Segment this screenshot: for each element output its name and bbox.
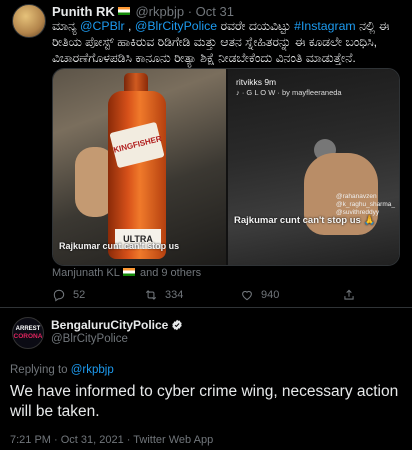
india-flag-icon [117, 7, 130, 15]
media-image-right[interactable]: ritvikks 9m ♪ · G L O W · by mayfleerane… [228, 69, 399, 265]
hashtag-instagram[interactable]: #Instagram [294, 19, 356, 33]
replying-to: Replying to @rkpbjp [10, 364, 114, 376]
separator: · [187, 4, 193, 19]
replying-handle-link[interactable]: @rkpbjp [71, 364, 114, 376]
share-icon [344, 289, 354, 300]
retweet-button[interactable]: 334 [144, 288, 183, 302]
media-image-left[interactable]: KINGFISHER ULTRA Rajkumar cunt can't sto… [53, 69, 226, 265]
heart-icon [242, 290, 252, 301]
story-tagged-users: @rahanavzen @k_raghu_sharma_ @suvithredd… [336, 193, 395, 216]
like-count: 940 [261, 289, 280, 301]
mention-blrcitypolice[interactable]: @BlrCityPolice [135, 19, 217, 33]
reply-button[interactable]: 52 [52, 288, 85, 302]
verified-badge-icon [172, 319, 183, 331]
twitter-thread: Punith RK @rkpbjp · Oct 31 ಮಾನ್ಯ @CPBlr … [0, 0, 412, 450]
like-button[interactable]: 940 [240, 288, 279, 302]
avatar-text-top: ARREST [15, 326, 41, 332]
avatar[interactable] [12, 4, 46, 38]
tweet-media[interactable]: KINGFISHER ULTRA Rajkumar cunt can't sto… [52, 68, 400, 266]
reply-count: 52 [73, 289, 86, 301]
author-name[interactable]: Punith RK [52, 4, 115, 19]
tweet-text: ಮಾನ್ಯ @CPBlr , @BlrCityPolice ರವರೇ ದಯವಿಟ… [52, 18, 402, 66]
tweet-text: We have informed to cyber crime wing, ne… [10, 383, 399, 420]
author-name-row[interactable]: BengaluruCityPolice [51, 318, 183, 332]
text-comma: , [124, 19, 132, 33]
overlay-caption-right: Rajkumar cunt can't stop us 🙏 [234, 215, 376, 226]
story-music: ♪ · G L O W · by mayfleeraneda [236, 88, 342, 97]
retweet-icon [145, 290, 157, 300]
india-flag-icon [122, 268, 135, 276]
liked-by-rest: and 9 others [139, 267, 202, 279]
reply-icon [53, 289, 65, 302]
avatar-text-bottom: CORONA [13, 333, 43, 340]
text-mid: ರವರೇ ದಯವಿಟ್ಟು [217, 19, 291, 33]
story-username: ritvikks 9m [236, 77, 277, 87]
author-name[interactable]: BengaluruCityPolice [51, 318, 168, 332]
text-prefix: ಮಾನ್ಯ [52, 19, 77, 33]
retweet-count: 334 [165, 289, 184, 301]
replying-prefix: Replying to [10, 364, 68, 376]
tweet-actions: 52 334 940 [52, 288, 392, 304]
author-handle[interactable]: @BlrCityPolice [51, 333, 128, 345]
tweet-punith[interactable]: Punith RK @rkpbjp · Oct 31 ಮಾನ್ಯ @CPBlr … [0, 0, 412, 307]
divider [0, 307, 412, 308]
share-button[interactable] [342, 288, 356, 302]
tweet-timestamp[interactable]: 7:21 PM · Oct 31, 2021 · Twitter Web App [10, 434, 213, 446]
liked-by-line[interactable]: Manjunath KL and 9 others [52, 267, 201, 279]
tweet-date[interactable]: Oct 31 [196, 4, 234, 19]
avatar[interactable]: ARREST CORONA [12, 317, 44, 349]
author-handle[interactable]: @rkpbjp [135, 4, 184, 19]
overlay-caption-left: Rajkumar cunt can't stop us [59, 241, 180, 251]
liked-by-name[interactable]: Manjunath KL [52, 267, 120, 279]
mention-cpblr[interactable]: @CPBlr [80, 19, 125, 33]
